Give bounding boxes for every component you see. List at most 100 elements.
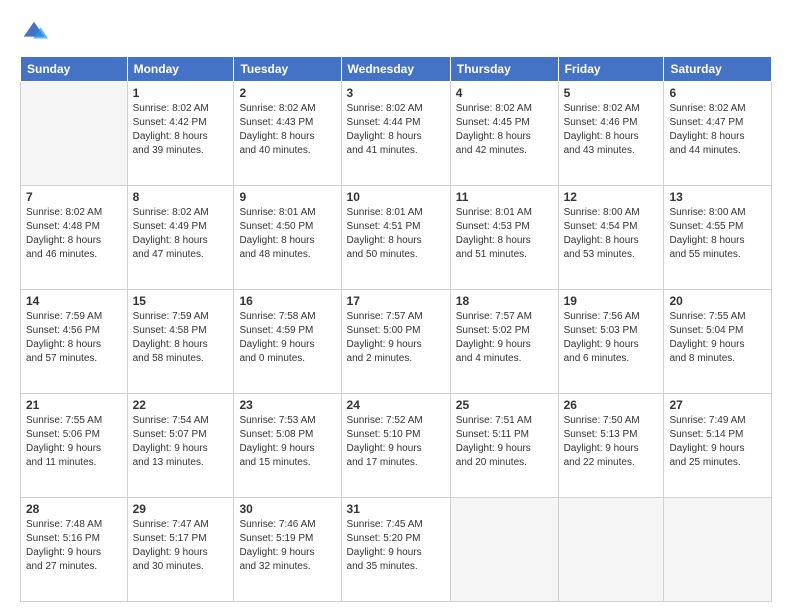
weekday-header-friday: Friday [558,57,664,82]
day-detail: Sunrise: 8:02 AMSunset: 4:46 PMDaylight:… [564,102,659,158]
day-number: 5 [564,86,659,100]
calendar-cell: 6 Sunrise: 8:02 AMSunset: 4:47 PMDaylight… [664,82,772,186]
day-detail: Sunrise: 7:48 AMSunset: 5:16 PMDaylight:… [26,518,122,574]
calendar-week-3: 14 Sunrise: 7:59 AMSunset: 4:56 PMDayligh… [21,290,772,394]
calendar-cell: 13Sunrise: 8:00 AMSunset: 4:55 PMDayligh… [664,186,772,290]
day-number: 23 [239,398,335,412]
calendar-cell: 26 Sunrise: 7:50 AMSunset: 5:13 PMDayligh… [558,394,664,498]
calendar-cell: 16 Sunrise: 7:58 AMSunset: 4:59 PMDayligh… [234,290,341,394]
day-detail: Sunrise: 8:02 AMSunset: 4:43 PMDaylight:… [239,102,335,158]
day-number: 30 [239,502,335,516]
page: SundayMondayTuesdayWednesdayThursdayFrid… [0,0,792,612]
day-detail: Sunrise: 7:52 AMSunset: 5:10 PMDaylight:… [347,414,445,470]
day-number: 16 [239,294,335,308]
day-number: 9 [239,190,335,204]
day-detail: Sunrise: 7:55 AMSunset: 5:06 PMDaylight:… [26,414,122,470]
calendar-table: SundayMondayTuesdayWednesdayThursdayFrid… [20,56,772,602]
calendar-cell: 18 Sunrise: 7:57 AMSunset: 5:02 PMDayligh… [450,290,558,394]
calendar-cell: 17 Sunrise: 7:57 AMSunset: 5:00 PMDayligh… [341,290,450,394]
calendar-cell [21,82,128,186]
day-detail: Sunrise: 7:45 AMSunset: 5:20 PMDaylight:… [347,518,445,574]
day-detail: Sunrise: 7:59 AMSunset: 4:58 PMDaylight:… [133,310,229,366]
calendar-cell: 7 Sunrise: 8:02 AMSunset: 4:48 PMDaylight… [21,186,128,290]
day-number: 11 [456,190,553,204]
calendar-cell: 2Sunrise: 8:02 AMSunset: 4:43 PMDaylight… [234,82,341,186]
calendar-cell: 31 Sunrise: 7:45 AMSunset: 5:20 PMDayligh… [341,498,450,602]
day-number: 27 [669,398,766,412]
day-number: 8 [133,190,229,204]
logo [20,18,52,46]
day-detail: Sunrise: 8:02 AMSunset: 4:45 PMDaylight:… [456,102,553,158]
calendar-cell: 19Sunrise: 7:56 AMSunset: 5:03 PMDayligh… [558,290,664,394]
day-detail: Sunrise: 8:02 AMSunset: 4:42 PMDaylight:… [133,102,229,158]
weekday-header-sunday: Sunday [21,57,128,82]
calendar-cell: 21 Sunrise: 7:55 AMSunset: 5:06 PMDayligh… [21,394,128,498]
day-detail: Sunrise: 7:49 AMSunset: 5:14 PMDaylight:… [669,414,766,470]
day-detail: Sunrise: 7:58 AMSunset: 4:59 PMDaylight:… [239,310,335,366]
calendar-cell: 1 Sunrise: 8:02 AMSunset: 4:42 PMDaylight… [127,82,234,186]
calendar-cell: 11Sunrise: 8:01 AMSunset: 4:53 PMDayligh… [450,186,558,290]
day-number: 20 [669,294,766,308]
header [20,18,772,46]
calendar-cell: 15 Sunrise: 7:59 AMSunset: 4:58 PMDayligh… [127,290,234,394]
day-detail: Sunrise: 8:02 AMSunset: 4:47 PMDaylight:… [669,102,766,158]
calendar-cell: 14 Sunrise: 7:59 AMSunset: 4:56 PMDayligh… [21,290,128,394]
weekday-header-thursday: Thursday [450,57,558,82]
day-detail: Sunrise: 7:55 AMSunset: 5:04 PMDaylight:… [669,310,766,366]
calendar-week-4: 21 Sunrise: 7:55 AMSunset: 5:06 PMDayligh… [21,394,772,498]
day-number: 24 [347,398,445,412]
day-number: 4 [456,86,553,100]
day-number: 19 [564,294,659,308]
calendar-cell: 22 Sunrise: 7:54 AMSunset: 5:07 PMDayligh… [127,394,234,498]
calendar-week-2: 7 Sunrise: 8:02 AMSunset: 4:48 PMDaylight… [21,186,772,290]
calendar-cell: 23Sunrise: 7:53 AMSunset: 5:08 PMDayligh… [234,394,341,498]
day-number: 22 [133,398,229,412]
day-number: 17 [347,294,445,308]
day-number: 1 [133,86,229,100]
calendar-cell: 9 Sunrise: 8:01 AMSunset: 4:50 PMDaylight… [234,186,341,290]
day-number: 14 [26,294,122,308]
day-detail: Sunrise: 8:00 AMSunset: 4:55 PMDaylight:… [669,206,766,262]
day-detail: Sunrise: 7:46 AMSunset: 5:19 PMDaylight:… [239,518,335,574]
day-detail: Sunrise: 7:59 AMSunset: 4:56 PMDaylight:… [26,310,122,366]
calendar-cell: 3Sunrise: 8:02 AMSunset: 4:44 PMDaylight… [341,82,450,186]
calendar-cell: 12 Sunrise: 8:00 AMSunset: 4:54 PMDayligh… [558,186,664,290]
calendar-cell: 27 Sunrise: 7:49 AMSunset: 5:14 PMDayligh… [664,394,772,498]
calendar-cell: 20 Sunrise: 7:55 AMSunset: 5:04 PMDayligh… [664,290,772,394]
day-detail: Sunrise: 7:57 AMSunset: 5:00 PMDaylight:… [347,310,445,366]
day-number: 25 [456,398,553,412]
day-detail: Sunrise: 7:54 AMSunset: 5:07 PMDaylight:… [133,414,229,470]
day-number: 29 [133,502,229,516]
calendar-cell: 4 Sunrise: 8:02 AMSunset: 4:45 PMDaylight… [450,82,558,186]
day-number: 26 [564,398,659,412]
day-detail: Sunrise: 7:47 AMSunset: 5:17 PMDaylight:… [133,518,229,574]
calendar-cell: 29 Sunrise: 7:47 AMSunset: 5:17 PMDayligh… [127,498,234,602]
day-number: 7 [26,190,122,204]
day-detail: Sunrise: 8:02 AMSunset: 4:48 PMDaylight:… [26,206,122,262]
day-detail: Sunrise: 8:01 AMSunset: 4:51 PMDaylight:… [347,206,445,262]
day-detail: Sunrise: 7:57 AMSunset: 5:02 PMDaylight:… [456,310,553,366]
weekday-header-saturday: Saturday [664,57,772,82]
weekday-header-tuesday: Tuesday [234,57,341,82]
calendar-cell: 24 Sunrise: 7:52 AMSunset: 5:10 PMDayligh… [341,394,450,498]
calendar-cell [664,498,772,602]
calendar-cell: 30 Sunrise: 7:46 AMSunset: 5:19 PMDayligh… [234,498,341,602]
day-detail: Sunrise: 7:51 AMSunset: 5:11 PMDaylight:… [456,414,553,470]
day-number: 6 [669,86,766,100]
day-detail: Sunrise: 8:01 AMSunset: 4:50 PMDaylight:… [239,206,335,262]
weekday-header-row: SundayMondayTuesdayWednesdayThursdayFrid… [21,57,772,82]
calendar-cell: 25 Sunrise: 7:51 AMSunset: 5:11 PMDayligh… [450,394,558,498]
day-number: 21 [26,398,122,412]
day-number: 12 [564,190,659,204]
day-detail: Sunrise: 7:50 AMSunset: 5:13 PMDaylight:… [564,414,659,470]
day-number: 31 [347,502,445,516]
calendar-cell: 10 Sunrise: 8:01 AMSunset: 4:51 PMDayligh… [341,186,450,290]
day-detail: Sunrise: 8:00 AMSunset: 4:54 PMDaylight:… [564,206,659,262]
calendar-cell: 8Sunrise: 8:02 AMSunset: 4:49 PMDaylight… [127,186,234,290]
calendar-cell: 5 Sunrise: 8:02 AMSunset: 4:46 PMDaylight… [558,82,664,186]
calendar-cell [450,498,558,602]
day-number: 18 [456,294,553,308]
day-number: 10 [347,190,445,204]
day-number: 15 [133,294,229,308]
calendar-week-5: 28Sunrise: 7:48 AMSunset: 5:16 PMDayligh… [21,498,772,602]
